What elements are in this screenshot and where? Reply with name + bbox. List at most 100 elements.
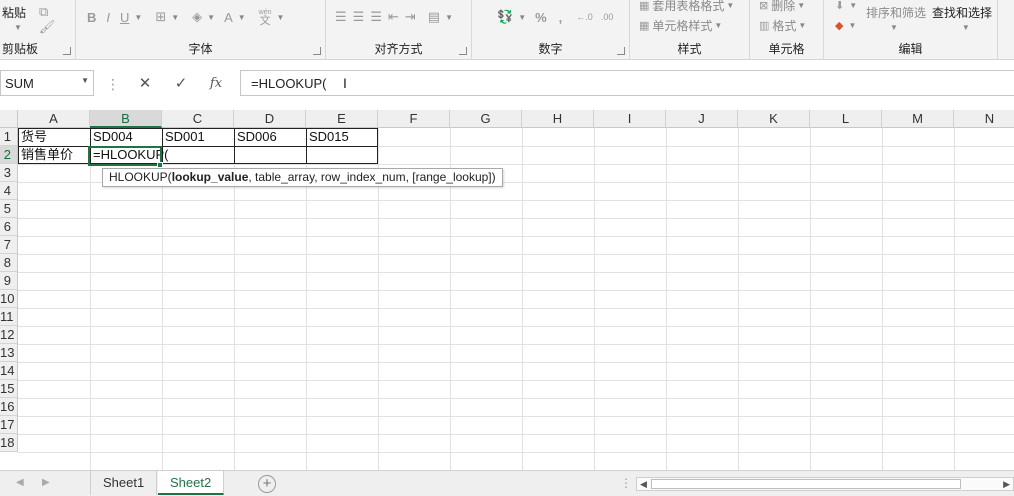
table-format-button[interactable]: 套用表格格式 — [652, 0, 724, 14]
increase-indent-icon[interactable]: ⇥ — [402, 8, 419, 26]
insert-function-button[interactable]: fx — [205, 73, 227, 93]
bold-button[interactable]: B — [84, 8, 99, 26]
next-sheet-icon[interactable]: ▶ — [42, 477, 50, 488]
merge-dropdown-icon[interactable]: ▼ — [445, 13, 453, 22]
paste-dropdown-icon[interactable]: ▼ — [14, 23, 22, 32]
increase-decimal-button[interactable]: ←.0 — [573, 8, 596, 26]
table-format-dropdown-icon[interactable]: ▼ — [726, 1, 734, 10]
italic-button[interactable]: I — [103, 8, 113, 26]
cell-e1[interactable]: SD015 — [306, 128, 378, 146]
find-select-dropdown-icon[interactable]: ▼ — [962, 23, 970, 32]
fill-down-icon[interactable]: ⬇ — [832, 0, 847, 14]
underline-dropdown-icon[interactable]: ▼ — [134, 13, 142, 22]
tab-split-handle-icon[interactable]: ⋮ — [620, 476, 632, 490]
clipboard-launcher-icon[interactable] — [63, 47, 71, 55]
name-box[interactable]: SUM ▼ — [0, 70, 94, 96]
row-header-4[interactable]: 4 — [0, 182, 18, 200]
fill-color-dropdown-icon[interactable]: ▼ — [207, 13, 215, 22]
delete-icon[interactable]: ⊠ — [756, 0, 771, 14]
col-header-j[interactable]: J — [666, 110, 738, 128]
scroll-right-icon[interactable]: ▶ — [1003, 478, 1010, 490]
row-header-17[interactable]: 17 — [0, 416, 18, 434]
col-header-g[interactable]: G — [450, 110, 522, 128]
font-color-button[interactable]: A — [221, 8, 236, 26]
col-header-m[interactable]: M — [882, 110, 954, 128]
decrease-decimal-button[interactable]: .00 — [598, 8, 617, 26]
horizontal-scrollbar[interactable]: ◀ ▶ — [636, 477, 1014, 491]
sheet-tab-2[interactable]: Sheet2 — [158, 471, 225, 495]
table-format-icon[interactable]: ▦ — [636, 0, 652, 14]
col-header-n[interactable]: N — [954, 110, 1014, 128]
comma-button[interactable]: , — [556, 8, 566, 26]
row-header-11[interactable]: 11 — [0, 308, 18, 326]
cell-a2[interactable]: 销售单价 — [18, 146, 90, 164]
row-header-15[interactable]: 15 — [0, 380, 18, 398]
font-color-dropdown-icon[interactable]: ▼ — [238, 13, 246, 22]
worksheet-grid[interactable]: A B C D E F G H I J K L M N 1 2 3 4 5 6 … — [0, 110, 1014, 470]
delete-dropdown-icon[interactable]: ▼ — [797, 1, 805, 10]
row-header-14[interactable]: 14 — [0, 362, 18, 380]
phonetic-button[interactable]: wén 文 — [256, 8, 275, 27]
col-header-f[interactable]: F — [378, 110, 450, 128]
row-header-1[interactable]: 1 — [0, 128, 18, 146]
cell-styles-icon[interactable]: ▦ — [636, 16, 652, 34]
prev-sheet-icon[interactable]: ◀ — [16, 477, 24, 488]
clear-eraser-icon[interactable]: ◆ — [832, 16, 846, 34]
delete-button[interactable]: 删除 — [771, 0, 795, 14]
font-launcher-icon[interactable] — [313, 47, 321, 55]
row-header-13[interactable]: 13 — [0, 344, 18, 362]
col-header-b[interactable]: B — [90, 110, 162, 128]
formula-bar-grip-icon[interactable]: ⋮ — [106, 76, 120, 93]
row-header-6[interactable]: 6 — [0, 218, 18, 236]
name-box-dropdown-icon[interactable]: ▼ — [81, 76, 89, 85]
underline-button[interactable]: U — [117, 8, 132, 26]
align-center-icon[interactable]: ☰ — [350, 8, 368, 26]
cell-styles-button[interactable]: 单元格样式 — [652, 17, 712, 34]
sort-filter-dropdown-icon[interactable]: ▼ — [890, 23, 898, 32]
number-launcher-icon[interactable] — [617, 47, 625, 55]
row-header-2[interactable]: 2 — [0, 146, 18, 164]
col-header-a[interactable]: A — [18, 110, 90, 128]
row-header-8[interactable]: 8 — [0, 254, 18, 272]
clear-dropdown-icon[interactable]: ▼ — [848, 21, 856, 30]
cell-c1[interactable]: SD001 — [162, 128, 234, 146]
align-right-icon[interactable]: ☰ — [367, 8, 385, 26]
cancel-button[interactable]: ✕ — [134, 73, 156, 93]
row-header-18[interactable]: 18 — [0, 434, 18, 452]
row-header-9[interactable]: 9 — [0, 272, 18, 290]
alignment-launcher-icon[interactable] — [459, 47, 467, 55]
col-header-e[interactable]: E — [306, 110, 378, 128]
col-header-l[interactable]: L — [810, 110, 882, 128]
percent-button[interactable]: % — [532, 8, 550, 26]
align-left-icon[interactable]: ☰ — [332, 8, 350, 26]
enter-button[interactable]: ✓ — [170, 73, 192, 93]
row-header-12[interactable]: 12 — [0, 326, 18, 344]
merge-center-icon[interactable]: ▤ — [425, 8, 443, 26]
cell-styles-dropdown-icon[interactable]: ▼ — [714, 21, 722, 30]
format-painter-icon[interactable]: 🖌 — [36, 18, 59, 36]
fill-color-icon[interactable]: ◈ — [189, 8, 205, 26]
row-header-7[interactable]: 7 — [0, 236, 18, 254]
col-header-d[interactable]: D — [234, 110, 306, 128]
col-header-k[interactable]: K — [738, 110, 810, 128]
currency-icon[interactable]: 💱 — [494, 8, 516, 26]
tooltip-current-arg[interactable]: lookup_value — [172, 170, 249, 184]
format-dropdown-icon[interactable]: ▼ — [798, 21, 806, 30]
formula-input[interactable]: =HLOOKUP( I — [240, 70, 1014, 96]
border-icon[interactable]: ⊞ — [152, 8, 169, 26]
select-all-corner[interactable] — [0, 110, 18, 128]
col-header-i[interactable]: I — [594, 110, 666, 128]
col-header-h[interactable]: H — [522, 110, 594, 128]
tooltip-function-name[interactable]: HLOOKUP( — [109, 170, 172, 184]
row-header-5[interactable]: 5 — [0, 200, 18, 218]
scroll-left-icon[interactable]: ◀ — [640, 478, 647, 490]
currency-dropdown-icon[interactable]: ▼ — [518, 13, 526, 22]
row-header-10[interactable]: 10 — [0, 290, 18, 308]
border-dropdown-icon[interactable]: ▼ — [171, 13, 179, 22]
col-header-c[interactable]: C — [162, 110, 234, 128]
function-tooltip[interactable]: HLOOKUP(lookup_value, table_array, row_i… — [102, 168, 503, 187]
sheet-tab-1[interactable]: Sheet1 — [90, 471, 158, 495]
format-icon[interactable]: ▥ — [756, 16, 772, 34]
cell-b1[interactable]: SD004 — [90, 128, 162, 146]
decrease-indent-icon[interactable]: ⇤ — [385, 8, 402, 26]
